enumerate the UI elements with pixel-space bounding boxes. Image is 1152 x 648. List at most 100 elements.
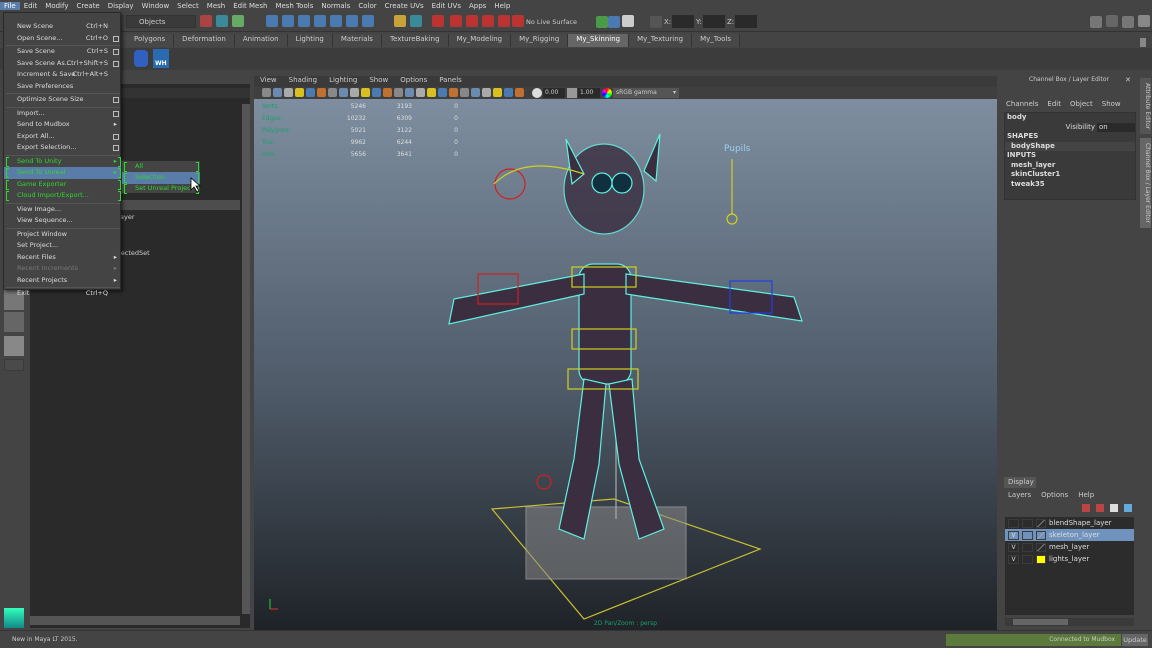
viewport-tool-icon[interactable] xyxy=(262,88,271,97)
channel-box-icon[interactable] xyxy=(1138,15,1150,27)
magnet-icon[interactable] xyxy=(482,15,494,27)
menu-mesh[interactable]: Mesh xyxy=(203,2,229,10)
select-object-icon[interactable] xyxy=(216,15,228,27)
x-field[interactable] xyxy=(672,15,694,28)
viewport-tool-icon[interactable] xyxy=(306,88,315,97)
menu-file[interactable]: File xyxy=(0,2,20,10)
layer-visibility-toggle[interactable]: V xyxy=(1008,542,1019,552)
menu-edit[interactable]: Edit xyxy=(20,2,42,10)
lock-icon[interactable] xyxy=(394,15,406,27)
visibility-value[interactable]: on xyxy=(1097,122,1135,132)
object-name[interactable]: body xyxy=(1005,113,1135,123)
layout-outliner-icon[interactable] xyxy=(4,312,24,332)
file-menu-item[interactable]: Export Selection... xyxy=(4,142,122,154)
viewport-tool-icon[interactable] xyxy=(504,88,513,97)
y-field[interactable] xyxy=(703,15,725,28)
move-layer-up-icon[interactable] xyxy=(1082,504,1090,512)
option-box-icon[interactable] xyxy=(113,145,119,151)
option-box-icon[interactable] xyxy=(113,60,119,67)
menu-create[interactable]: Create xyxy=(72,2,103,10)
viewport-menu-shading[interactable]: Shading xyxy=(283,76,323,87)
layer-color-swatch[interactable] xyxy=(1036,542,1046,552)
tab-deformation[interactable]: Deformation xyxy=(174,34,235,47)
file-menu-item[interactable]: Open Scene... Ctrl+O xyxy=(4,33,122,45)
tab-attribute-editor[interactable]: Attribute Editor xyxy=(1140,78,1151,134)
gamma-field[interactable]: 1.00 xyxy=(578,88,600,98)
layer-visibility-toggle[interactable]: V xyxy=(1008,530,1019,540)
file-menu-item[interactable]: Game Exporter xyxy=(4,179,122,191)
visibility-row[interactable]: Visibility on xyxy=(1005,122,1135,132)
viewport-tool-icon[interactable] xyxy=(317,88,326,97)
shelf-trash-icon[interactable] xyxy=(1140,38,1146,47)
exposure-icon[interactable] xyxy=(532,88,542,98)
magnet-icon[interactable] xyxy=(498,15,510,27)
tab-my_rigging[interactable]: My_Rigging xyxy=(511,34,569,47)
layout-custom-icon[interactable] xyxy=(4,359,24,371)
menu-edit-mesh[interactable]: Edit Mesh xyxy=(229,2,271,10)
tab-materials[interactable]: Materials xyxy=(332,34,382,47)
file-menu-item[interactable]: Export All... xyxy=(4,131,122,143)
magnet-icon[interactable] xyxy=(450,15,462,27)
gamma-icon[interactable] xyxy=(567,88,577,98)
layer-row[interactable]: Vskeleton_layer xyxy=(1005,529,1134,541)
file-menu-item[interactable]: Recent Increments ▸ xyxy=(4,263,122,275)
viewport-tool-icon[interactable] xyxy=(383,88,392,97)
file-menu-item[interactable]: Send To Unreal ▸ xyxy=(4,167,122,179)
viewport-tool-icon[interactable] xyxy=(416,88,425,97)
unreal-submenu-item[interactable]: Set Unreal Project xyxy=(122,183,200,195)
tab-texturebaking[interactable]: TextureBaking xyxy=(381,34,449,47)
snap-surface-icon[interactable] xyxy=(330,15,342,27)
file-menu-item[interactable]: Save Scene As... Ctrl+Shift+S xyxy=(4,58,122,70)
viewport-tool-icon[interactable] xyxy=(273,88,282,97)
option-box-icon[interactable] xyxy=(113,133,119,140)
option-box-icon[interactable] xyxy=(113,35,119,42)
layer-horizontal-scrollbar[interactable] xyxy=(1005,618,1134,626)
tab-my_texturing[interactable]: My_Texturing xyxy=(629,34,693,47)
file-menu-item[interactable]: View Sequence... xyxy=(4,215,122,227)
magnet-icon[interactable] xyxy=(466,15,478,27)
new-layer-selected-icon[interactable] xyxy=(1124,504,1132,512)
viewport-tool-icon[interactable] xyxy=(493,88,502,97)
viewport-tool-icon[interactable] xyxy=(515,88,524,97)
file-menu-item[interactable]: Recent Projects ▸ xyxy=(4,275,122,287)
channel-menu-edit[interactable]: Edit xyxy=(1047,100,1061,108)
move-layer-down-icon[interactable] xyxy=(1096,504,1104,512)
unreal-submenu-item[interactable]: Selection xyxy=(122,172,200,184)
character-wireframe[interactable] xyxy=(254,99,997,630)
viewport-tool-icon[interactable] xyxy=(284,88,293,97)
input-item[interactable]: skinCluster1 xyxy=(1005,170,1135,180)
file-menu-item[interactable]: Send to Mudbox ▸ xyxy=(4,119,122,131)
z-field[interactable] xyxy=(735,15,757,28)
file-menu-item[interactable]: Exit Ctrl+Q xyxy=(4,288,122,300)
color-space-dropdown[interactable]: sRGB gamma ▾ xyxy=(613,88,679,98)
maya-home-icon[interactable] xyxy=(4,608,24,628)
menu-window[interactable]: Window xyxy=(138,2,174,10)
file-menu-item[interactable]: Save Preferences xyxy=(4,81,122,93)
layer-color-swatch[interactable] xyxy=(1036,554,1046,564)
file-menu-item[interactable]: View Image... xyxy=(4,204,122,216)
option-box-icon[interactable] xyxy=(113,49,119,55)
layer-menu-layers[interactable]: Layers xyxy=(1008,491,1031,499)
layer-menu-help[interactable]: Help xyxy=(1078,491,1094,499)
file-menu-item[interactable]: Save Scene Ctrl+S xyxy=(4,46,122,58)
viewport-tool-icon[interactable] xyxy=(295,88,304,97)
viewport-tool-icon[interactable] xyxy=(460,88,469,97)
exposure-field[interactable]: 0.00 xyxy=(543,88,565,98)
channel-menu-object[interactable]: Object xyxy=(1070,100,1093,108)
layer-color-swatch[interactable] xyxy=(1036,530,1046,540)
viewport-tool-icon[interactable] xyxy=(471,88,480,97)
outliner-horizontal-scrollbar[interactable] xyxy=(30,616,240,625)
tool-settings-icon[interactable] xyxy=(1122,16,1134,28)
menu-create-uvs[interactable]: Create UVs xyxy=(381,2,428,10)
menu-mesh-tools[interactable]: Mesh Tools xyxy=(271,2,317,10)
tab-polygons[interactable]: Polygons xyxy=(126,34,175,47)
viewport-menu-view[interactable]: View xyxy=(254,76,283,87)
file-menu-item[interactable]: Send To Unity ▸ xyxy=(4,156,122,168)
viewport-menu-lighting[interactable]: Lighting xyxy=(323,76,363,87)
channel-menu-show[interactable]: Show xyxy=(1102,100,1121,108)
tab-my_tools[interactable]: My_Tools xyxy=(692,34,741,47)
snap-curve-icon[interactable] xyxy=(282,15,294,27)
viewport-menu-show[interactable]: Show xyxy=(363,76,394,87)
viewport-tool-icon[interactable] xyxy=(427,88,436,97)
viewport-tool-icon[interactable] xyxy=(449,88,458,97)
